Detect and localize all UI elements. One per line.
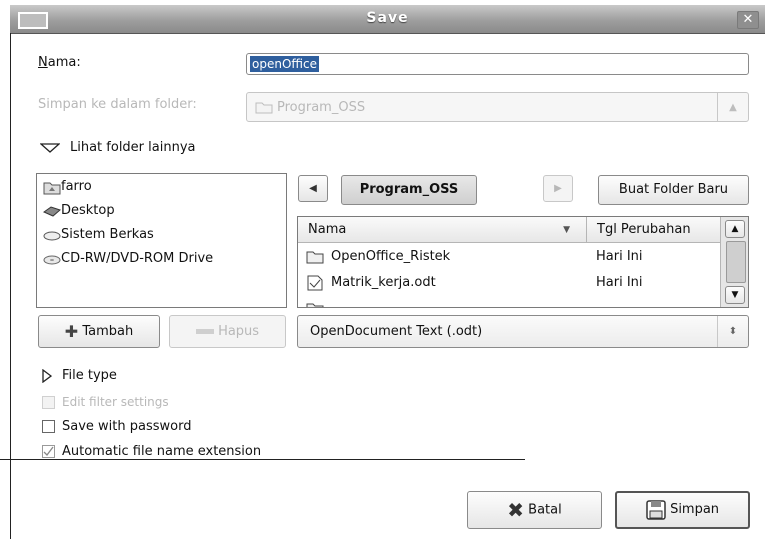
edit-filter-label: Edit filter settings bbox=[62, 395, 169, 409]
folder-icon bbox=[306, 301, 324, 307]
title-bar[interactable]: Save ✕ bbox=[10, 5, 765, 34]
arrow-right-icon: ▶ bbox=[554, 183, 562, 194]
window-frame-left bbox=[10, 33, 11, 539]
arrow-down-icon: ▼ bbox=[731, 290, 739, 300]
auto-extension-checkbox[interactable] bbox=[42, 445, 55, 458]
cdrom-icon bbox=[43, 251, 61, 267]
home-folder-icon bbox=[43, 179, 61, 195]
scroll-down-button[interactable]: ▼ bbox=[725, 286, 745, 304]
desktop-icon bbox=[43, 203, 61, 219]
column-header-name[interactable]: Nama ▼ bbox=[298, 217, 586, 243]
expander-down-icon bbox=[40, 143, 60, 153]
browse-expander-label: Lihat folder lainnya bbox=[70, 140, 196, 155]
arrow-left-icon: ◀ bbox=[309, 183, 317, 194]
place-item-home[interactable]: farro bbox=[37, 175, 286, 199]
drive-icon bbox=[43, 227, 61, 243]
place-item-filesystem[interactable]: Sistem Berkas bbox=[37, 223, 286, 247]
cancel-x-icon: ✖ bbox=[507, 498, 525, 522]
plus-icon: ✚ bbox=[64, 322, 79, 341]
file-row[interactable]: OpenOffice_Ristek Hari Ini bbox=[298, 244, 720, 270]
path-back-button[interactable]: ◀ bbox=[298, 175, 328, 202]
file-filter-value: OpenDocument Text (.odt) bbox=[310, 324, 483, 339]
add-place-button[interactable]: ✚ Tambah bbox=[38, 315, 160, 348]
auto-extension-label: Automatic file name extension bbox=[62, 444, 262, 459]
expander-right-icon bbox=[42, 369, 52, 383]
save-in-label: Simpan ke dalam folder: bbox=[38, 97, 197, 112]
file-row[interactable] bbox=[298, 296, 720, 307]
check-icon bbox=[43, 446, 54, 456]
scroll-up-button[interactable]: ▲ bbox=[725, 220, 745, 238]
arrow-up-icon: ▲ bbox=[731, 224, 739, 234]
separator-line bbox=[0, 459, 525, 460]
save-in-value: Program_OSS bbox=[277, 100, 366, 115]
cancel-button[interactable]: ✖ Batal bbox=[467, 491, 602, 529]
document-icon bbox=[306, 275, 324, 291]
save-password-checkbox[interactable] bbox=[42, 420, 55, 433]
places-sidebar[interactable]: farro Desktop Sistem Berkas CD-RW/DVD-RO… bbox=[36, 173, 287, 308]
scroll-thumb[interactable] bbox=[726, 241, 746, 283]
create-folder-button[interactable]: Buat Folder Baru bbox=[598, 175, 749, 205]
name-field-value: openOffice bbox=[250, 56, 319, 72]
floppy-disk-icon bbox=[646, 499, 666, 520]
edit-filter-checkbox[interactable] bbox=[42, 396, 55, 409]
name-label: Nama: bbox=[38, 55, 81, 70]
name-field[interactable]: openOffice bbox=[246, 53, 749, 75]
file-row[interactable]: Matrik_kerja.odt Hari Ini bbox=[298, 270, 720, 296]
save-password-label: Save with password bbox=[62, 419, 192, 434]
place-item-cdrom[interactable]: CD-RW/DVD-ROM Drive bbox=[37, 247, 286, 271]
save-button[interactable]: Simpan bbox=[615, 491, 750, 529]
file-type-label: File type bbox=[62, 368, 117, 383]
combo-arrow-icon: ▲ bbox=[717, 93, 748, 121]
place-item-desktop[interactable]: Desktop bbox=[37, 199, 286, 223]
folder-icon bbox=[255, 100, 273, 114]
combo-arrow-icon: ⬍ bbox=[717, 316, 748, 347]
file-filter-combo[interactable]: OpenDocument Text (.odt) ⬍ bbox=[297, 315, 749, 348]
save-in-folder-combo[interactable]: Program_OSS ▲ bbox=[246, 92, 749, 122]
window-title: Save bbox=[366, 10, 409, 26]
folder-icon bbox=[306, 249, 324, 264]
close-button[interactable]: ✕ bbox=[737, 11, 759, 29]
file-list-scrollbar[interactable]: ▲ ▼ bbox=[720, 217, 748, 307]
path-current-button[interactable]: Program_OSS bbox=[341, 175, 477, 205]
column-header-modified[interactable]: Tgl Perubahan bbox=[586, 217, 720, 243]
file-list[interactable]: Nama ▼ Tgl Perubahan OpenOffice_Ristek H… bbox=[297, 216, 749, 308]
path-forward-button[interactable]: ▶ bbox=[543, 175, 573, 202]
sort-down-icon: ▼ bbox=[563, 225, 570, 235]
remove-place-button[interactable]: Hapus bbox=[169, 315, 286, 348]
minus-icon bbox=[195, 329, 214, 334]
